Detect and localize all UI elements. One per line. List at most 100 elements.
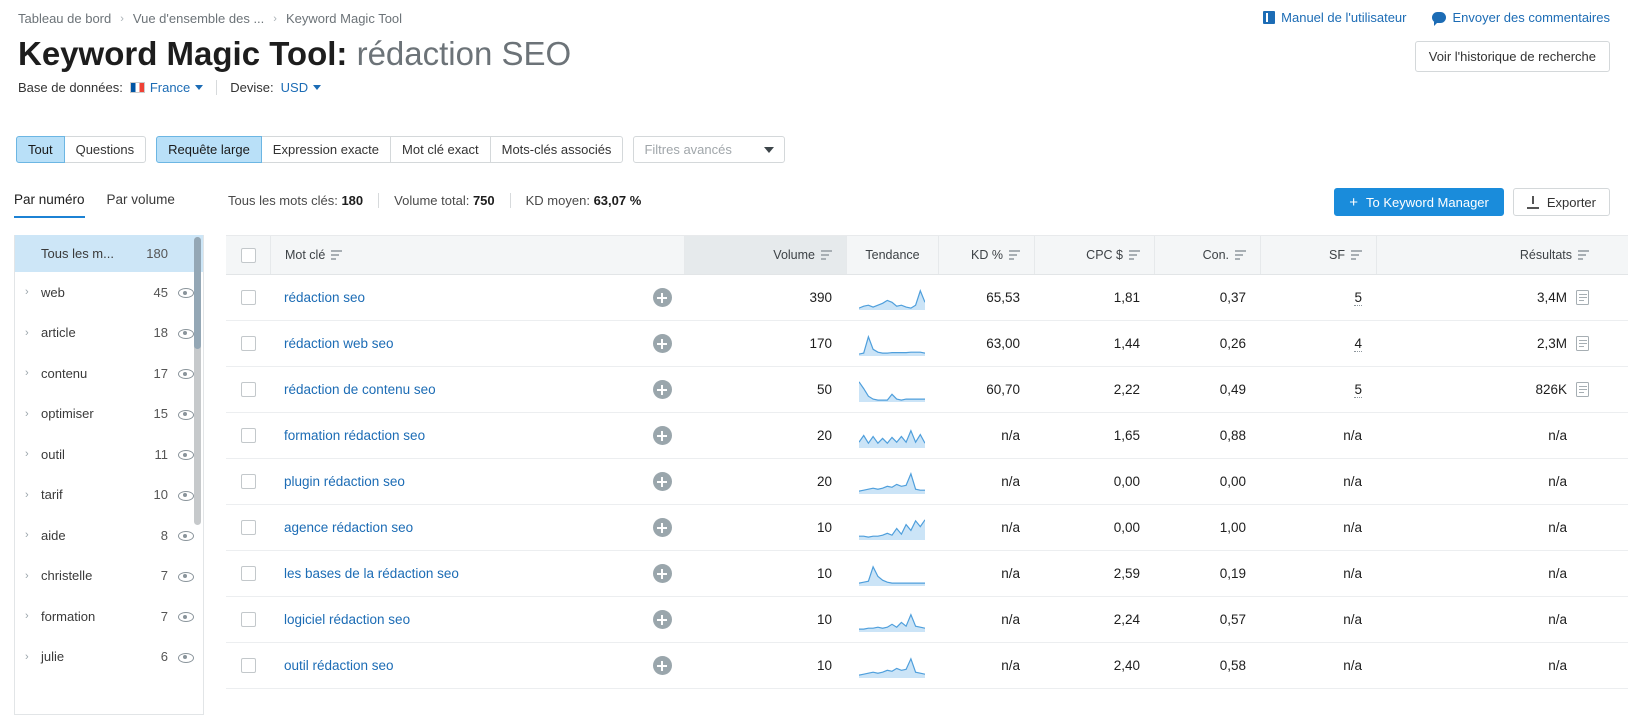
filter-questions[interactable]: Questions (63, 136, 147, 163)
eye-icon[interactable] (178, 528, 194, 542)
send-feedback-link[interactable]: Envoyer des commentaires (1432, 10, 1610, 26)
eye-icon[interactable] (178, 569, 194, 583)
sidebar-item[interactable]: › julie 6 (15, 637, 203, 678)
cell-checkbox[interactable] (226, 382, 270, 397)
add-keyword-icon[interactable] (652, 518, 672, 537)
keyword-link[interactable]: les bases de la rédaction seo (284, 566, 459, 581)
cell-checkbox[interactable] (226, 566, 270, 581)
cell-add[interactable] (640, 426, 684, 445)
row-checkbox[interactable] (240, 520, 256, 535)
breadcrumb-item-current[interactable]: Keyword Magic Tool (286, 11, 402, 26)
sidebar-item[interactable]: › christelle 7 (15, 556, 203, 597)
cell-add[interactable] (640, 610, 684, 629)
advanced-filters-dropdown[interactable]: Filtres avancés (633, 136, 786, 163)
cell-add[interactable] (640, 472, 684, 491)
cell-add[interactable] (640, 380, 684, 399)
row-checkbox[interactable] (240, 566, 256, 581)
cell-checkbox[interactable] (226, 336, 270, 351)
row-checkbox[interactable] (240, 658, 256, 673)
keyword-link[interactable]: outil rédaction seo (284, 658, 394, 673)
chevron-right-icon[interactable]: › (25, 286, 38, 298)
add-keyword-icon[interactable] (652, 334, 672, 353)
header-competition[interactable]: Con. (1154, 236, 1260, 274)
chevron-right-icon[interactable]: › (25, 570, 38, 582)
sidebar-item[interactable]: › aide 8 (15, 515, 203, 556)
row-checkbox[interactable] (240, 336, 256, 351)
sidebar-item[interactable]: › formation 7 (15, 596, 203, 637)
keyword-link[interactable]: agence rédaction seo (284, 520, 413, 535)
user-manual-link[interactable]: Manuel de l'utilisateur (1263, 10, 1406, 25)
sidebar-item-all-keywords[interactable]: Tous les m... 180 (15, 235, 203, 272)
eye-icon[interactable] (178, 366, 194, 380)
keyword-link[interactable]: formation rédaction seo (284, 428, 425, 443)
header-select-all[interactable] (226, 236, 270, 274)
filter-mot-cle-exact[interactable]: Mot clé exact (390, 136, 491, 163)
chevron-right-icon[interactable]: › (25, 448, 38, 460)
tab-par-numero[interactable]: Par numéro (14, 192, 85, 218)
keyword-link[interactable]: rédaction web seo (284, 336, 394, 351)
add-keyword-icon[interactable] (652, 426, 672, 445)
sidebar-item[interactable]: › article 18 (15, 313, 203, 354)
cell-checkbox[interactable] (226, 520, 270, 535)
header-keyword[interactable]: Mot clé (270, 236, 684, 274)
chevron-right-icon[interactable]: › (25, 367, 38, 379)
cell-add[interactable] (640, 518, 684, 537)
to-keyword-manager-button[interactable]: + To Keyword Manager (1334, 188, 1504, 216)
chevron-right-icon[interactable]: › (25, 651, 38, 663)
add-keyword-icon[interactable] (652, 656, 672, 675)
chevron-right-icon[interactable]: › (25, 489, 38, 501)
add-keyword-icon[interactable] (652, 472, 672, 491)
row-checkbox[interactable] (240, 612, 256, 627)
scrollbar-thumb[interactable] (194, 237, 201, 349)
keyword-link[interactable]: logiciel rédaction seo (284, 612, 410, 627)
eye-icon[interactable] (178, 609, 194, 623)
chevron-right-icon[interactable]: › (25, 327, 38, 339)
tab-par-volume[interactable]: Par volume (107, 192, 175, 218)
search-history-button[interactable]: Voir l'historique de recherche (1414, 41, 1610, 72)
row-checkbox[interactable] (240, 428, 256, 443)
sidebar-item[interactable]: › outil 11 (15, 434, 203, 475)
sidebar-item[interactable]: › web 45 (15, 272, 203, 313)
add-keyword-icon[interactable] (652, 610, 672, 629)
cell-checkbox[interactable] (226, 428, 270, 443)
export-button[interactable]: Exporter (1512, 188, 1610, 216)
keyword-link[interactable]: rédaction de contenu seo (284, 382, 436, 397)
filter-tout[interactable]: Tout (16, 136, 65, 163)
eye-icon[interactable] (178, 650, 194, 664)
row-checkbox[interactable] (240, 290, 256, 305)
sidebar-item[interactable]: › contenu 17 (15, 353, 203, 394)
chevron-right-icon[interactable]: › (25, 610, 38, 622)
chevron-right-icon[interactable]: › (25, 529, 38, 541)
sidebar-item[interactable]: › optimiser 15 (15, 394, 203, 435)
header-sf[interactable]: SF (1260, 236, 1376, 274)
breadcrumb-item-dashboard[interactable]: Tableau de bord (18, 11, 111, 26)
cell-checkbox[interactable] (226, 474, 270, 489)
serp-icon[interactable] (1576, 290, 1589, 305)
serp-icon[interactable] (1576, 336, 1589, 351)
cell-checkbox[interactable] (226, 612, 270, 627)
header-volume[interactable]: Volume (684, 236, 846, 274)
header-kd[interactable]: KD % (938, 236, 1034, 274)
breadcrumb-item-overview[interactable]: Vue d'ensemble des ... (133, 11, 264, 26)
eye-icon[interactable] (178, 488, 194, 502)
database-selector[interactable]: France (129, 80, 204, 95)
currency-selector[interactable]: USD (281, 80, 322, 95)
eye-icon[interactable] (178, 285, 194, 299)
filter-expression-exacte[interactable]: Expression exacte (260, 136, 392, 163)
cell-add[interactable] (640, 288, 684, 307)
cell-sf[interactable]: 5 (1354, 290, 1362, 306)
cell-add[interactable] (640, 564, 684, 583)
header-cpc[interactable]: CPC $ (1034, 236, 1154, 274)
cell-checkbox[interactable] (226, 658, 270, 673)
row-checkbox[interactable] (240, 382, 256, 397)
cell-sf[interactable]: 4 (1354, 336, 1362, 352)
eye-icon[interactable] (178, 326, 194, 340)
chevron-right-icon[interactable]: › (25, 408, 38, 420)
keyword-link[interactable]: plugin rédaction seo (284, 474, 405, 489)
keyword-link[interactable]: rédaction seo (284, 290, 365, 305)
add-keyword-icon[interactable] (652, 288, 672, 307)
add-keyword-icon[interactable] (652, 564, 672, 583)
cell-sf[interactable]: 5 (1354, 382, 1362, 398)
add-keyword-icon[interactable] (652, 380, 672, 399)
row-checkbox[interactable] (240, 474, 256, 489)
